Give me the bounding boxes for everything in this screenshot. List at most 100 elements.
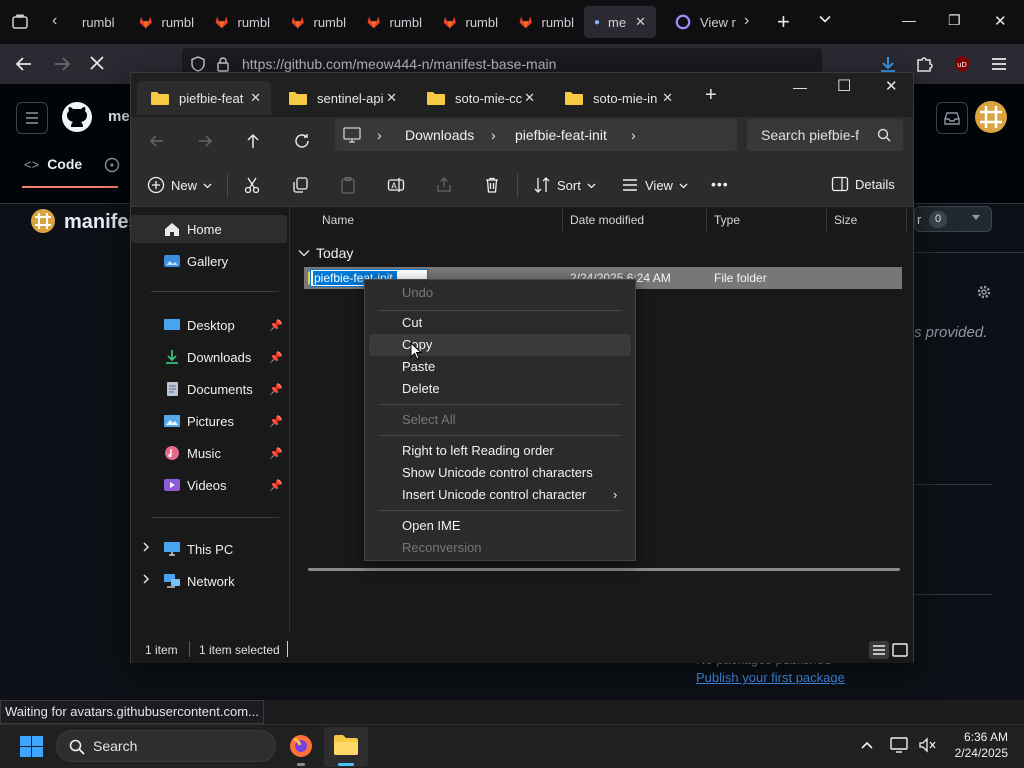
browser-tab[interactable]: rumbl [356,6,422,38]
downloads-icon[interactable] [878,54,898,74]
column-divider[interactable] [562,209,563,231]
nav-item-documents[interactable]: Documents 📌 [131,375,287,403]
column-divider[interactable] [826,209,827,231]
menu-item-show-unicode[interactable]: Show Unicode control characters [369,462,631,484]
windows-start-icon[interactable] [20,736,44,758]
close-tab-icon[interactable]: ✕ [524,90,535,106]
explorer-tab[interactable]: sentinel-api ✕ [275,81,407,115]
browser-minimize-icon[interactable]: — [902,12,916,28]
breadcrumb-downloads[interactable]: Downloads [405,127,474,143]
rename-icon[interactable]: A [387,176,405,194]
menu-item-delete[interactable]: Delete [369,378,631,400]
close-tab-icon[interactable]: ✕ [386,90,397,106]
tab-scroll-left-icon[interactable]: ‹ [52,12,57,30]
network-monitor-icon[interactable] [890,736,910,754]
pin-icon[interactable]: 📌 [269,383,283,396]
menu-item-undo[interactable]: Undo [369,282,631,304]
browser-tab[interactable]: rumbl [72,6,116,38]
more-options-icon[interactable]: ••• [711,176,729,192]
tab-overview-icon[interactable] [10,12,30,32]
explorer-new-tab-icon[interactable]: + [705,84,717,107]
close-tab-icon[interactable]: ✕ [635,14,646,30]
shield-icon[interactable] [190,56,206,72]
explorer-tab-active[interactable]: piefbie-feat ✕ [137,81,271,115]
back-arrow-icon[interactable] [14,54,34,74]
explorer-search-box[interactable]: Search piefbie-f [747,119,903,151]
nav-item-pictures[interactable]: Pictures 📌 [131,407,287,435]
column-divider[interactable] [706,209,707,231]
refresh-icon[interactable] [293,132,311,150]
browser-restore-icon[interactable]: ❐ [948,12,961,29]
issues-icon[interactable] [104,157,120,173]
extensions-puzzle-icon[interactable] [914,54,934,74]
menu-item-select-all[interactable]: Select All [369,409,631,431]
pin-icon[interactable]: 📌 [269,447,283,460]
forward-arrow-icon[interactable] [52,54,72,74]
nav-item-this-pc[interactable]: This PC [131,535,287,563]
large-icons-view-icon[interactable] [891,641,909,659]
menu-item-rtl-reading-order[interactable]: Right to left Reading order [369,440,631,462]
file-explorer-taskbar-icon[interactable] [324,727,368,767]
paste-clipboard-icon[interactable] [339,176,357,194]
github-code-tab[interactable]: <> Code [24,156,82,172]
pin-icon[interactable]: 📌 [269,415,283,428]
browser-tab[interactable]: rumbl [128,6,194,38]
explorer-maximize-icon[interactable]: ☐ [837,76,851,96]
pin-icon[interactable]: 📌 [269,319,283,332]
column-header-type[interactable]: Type [714,213,740,227]
ublock-origin-icon[interactable]: uD [952,54,972,74]
column-header-size[interactable]: Size [834,213,857,227]
pin-icon[interactable]: 📌 [269,351,283,364]
delete-trash-icon[interactable] [483,176,501,194]
tray-chevron-up-icon[interactable] [860,739,874,751]
clock[interactable]: 6:36 AM 2/24/2025 [946,729,1008,761]
volume-muted-icon[interactable] [918,736,938,754]
back-arrow-icon[interactable] [149,133,165,149]
column-divider[interactable] [906,209,907,231]
github-menu-button[interactable] [16,102,48,134]
explorer-close-icon[interactable]: ✕ [885,77,898,95]
nav-item-gallery[interactable]: Gallery [131,247,287,275]
address-bar[interactable]: › Downloads › piefbie-feat-init › [335,119,737,151]
expand-chevron-icon[interactable] [141,541,151,553]
details-view-icon[interactable] [869,641,889,659]
menu-item-cut[interactable]: Cut [369,312,631,334]
share-icon[interactable] [435,176,453,194]
settings-gear-icon[interactable] [976,284,992,300]
menu-item-insert-unicode[interactable]: Insert Unicode control character › [369,484,631,506]
nav-item-videos[interactable]: Videos 📌 [131,471,287,499]
firefox-taskbar-icon[interactable] [288,733,314,766]
menu-item-copy[interactable]: Copy [369,334,631,356]
close-tab-icon[interactable]: ✕ [662,90,673,106]
menu-item-reconversion[interactable]: Reconversion [369,537,631,559]
hamburger-menu-icon[interactable] [990,56,1008,72]
browser-close-icon[interactable]: ✕ [994,12,1007,30]
browser-tab[interactable]: rumbl [508,6,574,38]
browser-tab[interactable]: rumbl [204,6,270,38]
nav-item-music[interactable]: Music 📌 [131,439,287,467]
publish-package-link[interactable]: Publish your first package [696,670,845,685]
details-pane-button[interactable]: Details [831,176,895,192]
nav-item-network[interactable]: Network [131,567,287,595]
lock-icon[interactable] [216,56,230,72]
new-tab-icon[interactable]: + [777,9,790,35]
forward-arrow-icon[interactable] [197,133,213,149]
breadcrumb-chevron-icon[interactable]: › [377,127,382,143]
pin-icon[interactable]: 📌 [269,479,283,492]
breadcrumb-chevron-icon[interactable]: › [491,127,496,143]
explorer-tab[interactable]: soto-mie-cc ✕ [413,81,545,115]
nav-item-downloads[interactable]: Downloads 📌 [131,343,287,371]
horizontal-scrollbar[interactable] [308,568,900,571]
group-header-today[interactable]: Today [298,245,353,261]
github-logo-icon[interactable] [60,100,94,134]
tab-scroll-right-icon[interactable]: › [744,12,749,30]
browser-tab[interactable]: rumbl [432,6,498,38]
browser-tab-active[interactable]: ● me ✕ [584,6,656,38]
list-tabs-chevron-down-icon[interactable] [818,12,832,26]
stop-loading-icon[interactable] [88,54,106,72]
up-arrow-icon[interactable] [245,132,261,150]
explorer-minimize-icon[interactable]: — [793,79,807,95]
repo-counter-button[interactable]: r 0 [914,206,992,232]
breadcrumb-current-folder[interactable]: piefbie-feat-init [515,127,607,143]
close-tab-icon[interactable]: ✕ [250,90,261,106]
